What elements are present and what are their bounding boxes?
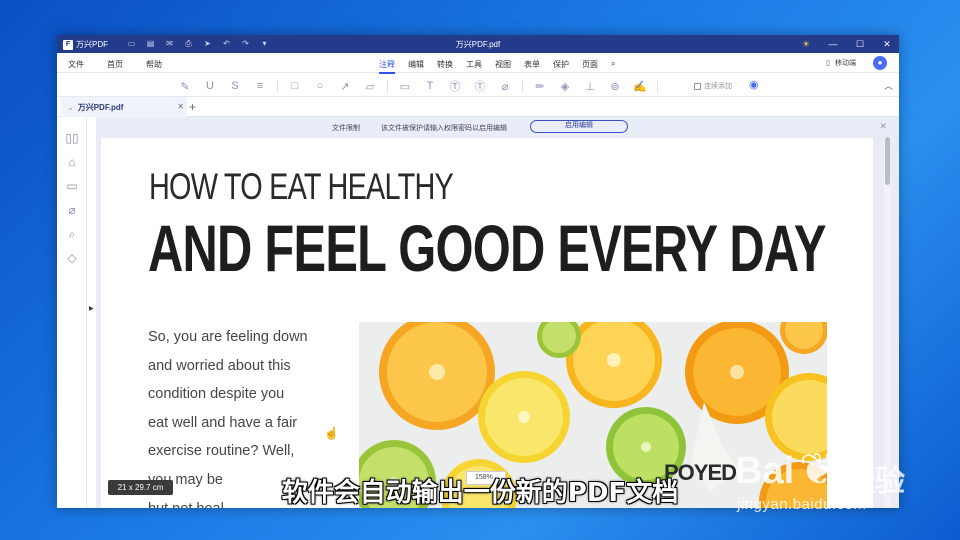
menu-left: 文件 首页 帮助 — [68, 59, 162, 70]
watermark-url: jingyan.baidu.com — [737, 496, 867, 513]
mouse-cursor-icon: ☝ — [324, 426, 339, 440]
document-tab[interactable]: ⌄ 万兴PDF.pdf ✕ — [61, 97, 187, 117]
pencil-icon[interactable]: ✏ — [532, 80, 548, 93]
attachments-icon[interactable]: ⌀ — [65, 203, 79, 218]
ribbon-tabs: 注释 编辑 转换 工具 视图 表单 保护 页面 ⌕ — [379, 59, 615, 74]
add-tab-icon[interactable]: + — [189, 100, 196, 114]
menu-file[interactable]: 文件 — [68, 59, 84, 70]
attachment-icon[interactable]: ⌀ — [497, 80, 513, 93]
document-tab-bar: ⌄ 万兴PDF.pdf ✕ + — [57, 97, 899, 117]
stamp-menu-icon[interactable]: ⊚ — [607, 80, 623, 93]
continuous-add-checkbox[interactable] — [694, 82, 701, 90]
mobile-icon[interactable]: ▯ — [826, 59, 830, 67]
window-controls: ☀ — ☐ ✕ — [800, 37, 893, 51]
document-tab-label: 万兴PDF.pdf — [77, 102, 124, 112]
window-title: 万兴PDF.pdf — [455, 40, 501, 49]
close-window-button[interactable]: ✕ — [881, 37, 893, 51]
text-icon[interactable]: T — [422, 80, 438, 92]
maximize-button[interactable]: ☐ — [854, 37, 866, 51]
protection-notice-bar: 文件限制 该文件被保护请输入权限密码以启用编辑 启用编辑 ✕ — [96, 117, 899, 136]
mobile-label[interactable]: 移动端 — [835, 58, 856, 68]
layers-icon[interactable]: ◇ — [65, 251, 79, 266]
app-window: F 万兴PDF ▭ ▤ ✉ ⎙ ➤ ↶ ↷ ▾ 万兴PDF.pdf ☀ — ☐ … — [57, 35, 899, 508]
user-avatar[interactable]: ● — [873, 56, 887, 70]
comments-icon[interactable]: ▭ — [65, 179, 79, 194]
minimize-button[interactable]: — — [827, 37, 839, 51]
enable-editing-button[interactable]: 启用编辑 — [530, 120, 628, 133]
toolbar-divider — [387, 79, 388, 93]
heading-line-1: HOW TO EAT HEALTHY — [149, 166, 454, 207]
body-line: and worried about this — [148, 357, 291, 374]
body-line: condition despite you — [148, 386, 285, 403]
watermark-suffix: 经验 — [845, 465, 905, 498]
tab-protect[interactable]: 保护 — [553, 59, 569, 74]
theme-sun-icon[interactable]: ☀ — [800, 37, 812, 51]
list-icon[interactable]: ≡ — [252, 80, 268, 92]
watermark-brand: Bai — [735, 450, 795, 492]
tab-comment[interactable]: 注释 — [379, 59, 395, 74]
toolbar-divider — [277, 79, 278, 93]
ellipse-icon[interactable]: ○ — [312, 80, 328, 92]
close-tab-icon[interactable]: ✕ — [177, 102, 184, 111]
note-icon[interactable]: ▭ — [397, 80, 413, 93]
menu-bar: 文件 首页 帮助 注释 编辑 转换 工具 视图 表单 保护 页面 ⌕ ▯ 移动端… — [57, 53, 899, 74]
title-bar: F 万兴PDF ▭ ▤ ✉ ⎙ ➤ ↶ ↷ ▾ 万兴PDF.pdf ☀ — ☐ … — [57, 35, 899, 53]
notice-restriction: 文件限制 — [332, 125, 360, 132]
area-icon[interactable]: ▱ — [362, 80, 378, 93]
body-line: So, you are feeling down — [148, 329, 308, 345]
search-icon[interactable]: ⌕ — [611, 59, 615, 74]
stamp-icon[interactable]: ⊥ — [582, 80, 598, 93]
toolbar-divider — [522, 79, 523, 93]
sidebar-icons: ▯▯ ⌂ ▭ ⌀ ⌕ ◇ — [65, 131, 79, 266]
eraser-icon[interactable]: ◈ — [557, 80, 573, 93]
thumbnails-icon[interactable]: ▯▯ — [65, 131, 79, 146]
eye-icon[interactable]: ◉ — [749, 78, 759, 91]
underline-icon[interactable]: U — [202, 80, 218, 92]
search-panel-icon[interactable]: ⌕ — [65, 227, 79, 242]
rectangle-icon[interactable]: □ — [287, 80, 303, 92]
expand-sidebar-icon[interactable]: ▶ — [89, 305, 94, 312]
baidu-watermark: Bai ❦ 经验 jingyan.baidu.com — [735, 445, 925, 520]
menu-home[interactable]: 首页 — [107, 59, 123, 70]
signature-icon[interactable]: ✍ — [632, 80, 648, 93]
highlight-icon[interactable]: ✎ — [177, 80, 193, 93]
close-notice-icon[interactable]: ✕ — [879, 121, 887, 132]
tab-tools[interactable]: 工具 — [466, 59, 482, 74]
menu-right: ▯ 移动端 ● — [826, 56, 887, 70]
continuous-add-toggle[interactable]: 连续添加 — [694, 81, 732, 91]
notice-message: 该文件被保护请输入权限密码以启用编辑 — [381, 125, 507, 132]
tab-form[interactable]: 表单 — [524, 59, 540, 74]
tab-edit[interactable]: 编辑 — [408, 59, 424, 74]
collapse-ribbon-icon[interactable]: ︿ — [884, 79, 893, 92]
heading-line-2: AND FEEL GOOD EVERY DAY — [148, 211, 826, 285]
body-line: exercise routine? Well, — [148, 443, 295, 460]
tab-view[interactable]: 视图 — [495, 59, 511, 74]
callout-icon[interactable]: Ⓣ — [472, 78, 488, 94]
tab-chevron-icon: ⌄ — [67, 102, 74, 112]
menu-help[interactable]: 帮助 — [146, 59, 162, 70]
paw-logo-icon: ❦ — [799, 445, 836, 494]
vertical-scrollbar-thumb[interactable] — [885, 137, 890, 185]
annotation-tools: ✎ U S ≡ □ ○ ↗ ▱ ▭ T Ⓣ Ⓣ ⌀ ✏ ◈ ⊥ ⊚ ✍ — [177, 78, 658, 94]
left-sidebar: ▯▯ ⌂ ▭ ⌀ ⌕ ◇ — [57, 117, 87, 508]
textbox-icon[interactable]: Ⓣ — [447, 78, 463, 94]
continuous-add-label: 连续添加 — [704, 83, 732, 90]
strikethrough-icon[interactable]: S — [227, 80, 243, 92]
tab-convert[interactable]: 转换 — [437, 59, 453, 74]
bookmark-icon[interactable]: ⌂ — [65, 155, 79, 170]
body-line: eat well and have a fair — [148, 414, 298, 431]
arrow-icon[interactable]: ↗ — [337, 80, 353, 93]
annotation-toolbar: ✎ U S ≡ □ ○ ↗ ▱ ▭ T Ⓣ Ⓣ ⌀ ✏ ◈ ⊥ ⊚ ✍ 连续添加 — [57, 73, 899, 97]
tab-page[interactable]: 页面 — [582, 59, 598, 74]
toolbar-divider — [657, 79, 658, 93]
